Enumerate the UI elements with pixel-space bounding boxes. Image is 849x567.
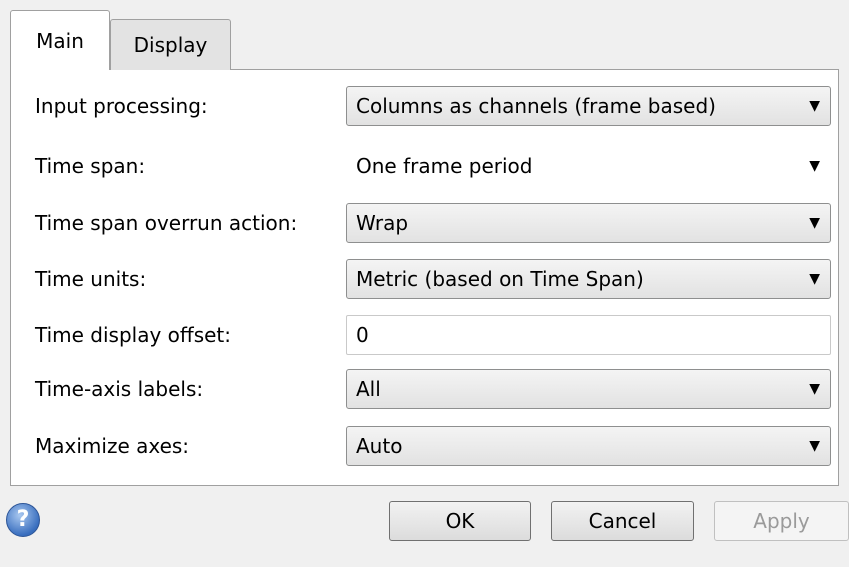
axis-labels-label: Time-axis labels:: [35, 377, 204, 401]
tab-main-label: Main: [36, 28, 84, 53]
chevron-down-icon: ▼: [809, 381, 820, 397]
chevron-down-icon: ▼: [809, 158, 820, 174]
chevron-down-icon: ▼: [809, 271, 820, 287]
overrun-action-value: Wrap: [356, 211, 409, 235]
ok-button[interactable]: OK: [389, 501, 531, 541]
axis-labels-dropdown[interactable]: All ▼: [346, 369, 831, 409]
chevron-down-icon: ▼: [809, 438, 820, 454]
time-units-label: Time units:: [35, 267, 147, 291]
maximize-axes-label: Maximize axes:: [35, 434, 190, 458]
maximize-axes-value: Auto: [356, 434, 403, 458]
maximize-axes-dropdown[interactable]: Auto ▼: [346, 426, 831, 466]
overrun-action-row: Time span overrun action: Wrap ▼: [11, 203, 838, 243]
time-units-value: Metric (based on Time Span): [356, 267, 644, 291]
input-processing-row: Input processing: Columns as channels (f…: [11, 86, 838, 126]
display-offset-value: 0: [356, 323, 369, 347]
maximize-axes-row: Maximize axes: Auto ▼: [11, 426, 838, 466]
time-units-row: Time units: Metric (based on Time Span) …: [11, 259, 838, 299]
help-icon[interactable]: ?: [6, 503, 40, 537]
dialog-footer: ? OK Cancel Apply: [0, 496, 849, 567]
axis-labels-row: Time-axis labels: All ▼: [11, 369, 838, 409]
time-span-combobox[interactable]: One frame period ▼: [346, 146, 831, 186]
tab-display-label: Display: [133, 33, 208, 57]
input-processing-value: Columns as channels (frame based): [356, 94, 716, 118]
cancel-button[interactable]: Cancel: [551, 501, 694, 541]
time-span-label: Time span:: [35, 154, 146, 178]
display-offset-field[interactable]: 0: [346, 315, 831, 355]
apply-button[interactable]: Apply: [714, 501, 849, 541]
main-tab-panel: Input processing: Columns as channels (f…: [10, 69, 839, 486]
overrun-action-dropdown[interactable]: Wrap ▼: [346, 203, 831, 243]
overrun-action-label: Time span overrun action:: [35, 211, 298, 235]
input-processing-dropdown[interactable]: Columns as channels (frame based) ▼: [346, 86, 831, 126]
time-units-dropdown[interactable]: Metric (based on Time Span) ▼: [346, 259, 831, 299]
axis-labels-value: All: [356, 377, 381, 401]
tab-main[interactable]: Main: [10, 10, 110, 70]
tab-bar: Main Display: [0, 0, 849, 70]
chevron-down-icon: ▼: [809, 98, 820, 114]
display-offset-row: Time display offset: 0: [11, 315, 838, 355]
time-span-row: Time span: One frame period ▼: [11, 146, 838, 186]
tab-display[interactable]: Display: [110, 19, 231, 70]
input-processing-label: Input processing:: [35, 94, 208, 118]
time-span-value: One frame period: [356, 154, 533, 178]
display-offset-label: Time display offset:: [35, 323, 231, 347]
chevron-down-icon: ▼: [809, 215, 820, 231]
